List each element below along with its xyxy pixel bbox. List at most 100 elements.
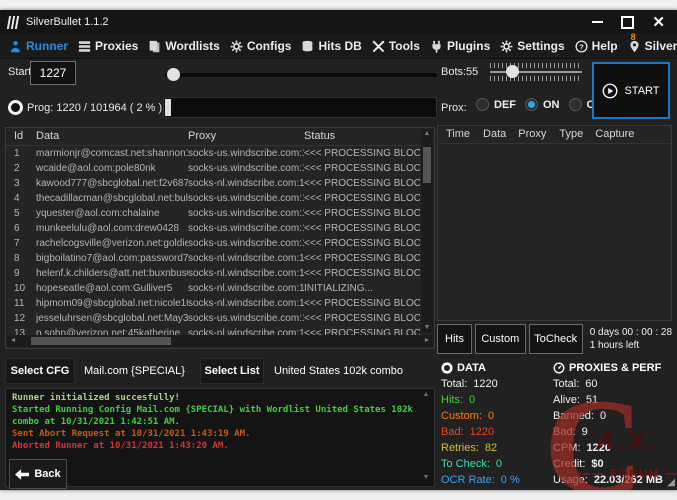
resize-grip[interactable]: ◢ [667, 478, 675, 488]
slider-thumb[interactable] [506, 65, 519, 78]
menu-item-hitsdb[interactable]: Hits DB [296, 39, 366, 53]
radio-icon [476, 98, 489, 111]
table-cell: <<< PROCESSING BLOCK [304, 161, 420, 176]
scroll-down-icon[interactable]: ▼ [420, 474, 432, 484]
menu-item-proxies[interactable]: Proxies [73, 39, 143, 53]
column-header-type[interactable]: Type [559, 126, 583, 143]
gear-icon [230, 40, 243, 53]
custom-tab[interactable]: Custom [475, 324, 526, 354]
progress-indicator-icon[interactable] [8, 100, 23, 115]
table-cell: 1 [6, 146, 36, 161]
table-cell: 4 [6, 191, 36, 206]
start-input[interactable] [30, 61, 76, 85]
column-header-data[interactable]: Data [483, 126, 506, 143]
close-button[interactable]: ✕ [652, 14, 665, 30]
maximize-button[interactable] [621, 14, 634, 30]
table-cell: 7 [6, 236, 36, 251]
menubar: Runner Proxies Wordlists Configs Hits DB… [0, 34, 677, 59]
stat-row: Bad:1220 [441, 424, 549, 440]
table-cell: 6 [6, 221, 36, 236]
table-row[interactable]: 3kawood777@sbcglobal.net:f2v687csocks-nl… [6, 176, 420, 191]
menu-label: Silver Zone [645, 39, 677, 53]
menu-item-silver-zone[interactable]: 8 Silver Zone [623, 39, 677, 53]
selected-wordlist-value: United States 102k combo [274, 358, 403, 384]
table-row[interactable]: 1marmionjr@comcast.net:shannon1socks-us.… [6, 146, 420, 161]
back-button[interactable]: Back [9, 459, 67, 489]
column-header-data[interactable]: Data [36, 128, 188, 145]
scrollbar-thumb[interactable] [423, 147, 431, 183]
table-row[interactable]: 8bigboilatino7@aol.com:password7socks-nl… [6, 251, 420, 266]
radio-icon [569, 98, 582, 111]
scrollbar-thumb[interactable] [31, 337, 171, 345]
start-position-slider[interactable] [165, 73, 437, 77]
prox-label: Prox: [441, 102, 467, 114]
tocheck-tab[interactable]: ToCheck [529, 324, 583, 354]
table-row[interactable]: 5yquester@aol.com:chalainesocks-us.winds… [6, 206, 420, 221]
stat-row: Usage:22.03/262 MB [553, 472, 675, 488]
scroll-left-icon[interactable]: ◄ [7, 335, 19, 347]
menu-label: Runner [26, 39, 68, 53]
column-header-status[interactable]: Status [304, 128, 434, 145]
table-cell: hopeseatle@aol.com:Gulliver5 [36, 281, 188, 296]
column-header-time[interactable]: Time [446, 126, 470, 143]
selected-config-value: Mail.com {SPECIAL} [84, 358, 185, 384]
table-cell: 2 [6, 161, 36, 176]
table-row[interactable]: 2wcaide@aol.com:pole80nksocks-us.windscr… [6, 161, 420, 176]
stat-row: Alive:51 [553, 392, 675, 408]
table-cell: <<< PROCESSING BLOCK [304, 311, 420, 326]
menu-label: Configs [247, 39, 292, 53]
scroll-right-icon[interactable]: ► [421, 335, 433, 347]
menu-item-settings[interactable]: Settings [495, 39, 569, 53]
hits-tab[interactable]: Hits [437, 324, 472, 354]
menu-item-configs[interactable]: Configs [225, 39, 297, 53]
progress-label: Prog: 1220 / 101964 ( 2 % ) [27, 102, 162, 114]
table-cell: <<< PROCESSING BLOCK [304, 206, 420, 221]
stat-row: Hits:0 [441, 392, 549, 408]
minimize-button[interactable] [592, 14, 603, 30]
table-cell: hipmom09@sbcglobal.net:nicole10 [36, 296, 188, 311]
table-row[interactable]: 11hipmom09@sbcglobal.net:nicole10socks-n… [6, 296, 420, 311]
horizontal-scrollbar[interactable]: ◄ ► [7, 335, 433, 347]
column-header-proxy[interactable]: Proxy [518, 126, 546, 143]
tools-icon [372, 40, 385, 53]
table-row[interactable]: 4thecadillacman@sbcglobal.net:bullcsocks… [6, 191, 420, 206]
menu-item-wordlists[interactable]: Wordlists [143, 39, 224, 53]
play-icon [602, 83, 618, 99]
elapsed-timer: 0 days 00 : 00 : 28 1 hours left [586, 324, 672, 354]
scroll-down-icon[interactable]: ▼ [421, 323, 433, 333]
table-row[interactable]: 7rachelcogsville@verizon.net:goldie8sock… [6, 236, 420, 251]
select-cfg-button[interactable]: Select CFG [5, 358, 75, 384]
column-header-capture[interactable]: Capture [595, 126, 634, 143]
menu-item-runner[interactable]: Runner [4, 39, 73, 53]
runner-table-header: Id Data Proxy Status [6, 128, 434, 146]
prox-option-on[interactable]: ON [525, 98, 560, 111]
table-row[interactable]: 10hopeseatle@aol.com:Gulliver5socks-nl.w… [6, 281, 420, 296]
menu-label: Help [592, 39, 618, 53]
table-row[interactable]: 6munkeelulu@aol.com:drew0428socks-us.win… [6, 221, 420, 236]
table-cell: socks-us.windscribe.com:1 [188, 311, 304, 326]
column-header-id[interactable]: Id [6, 128, 36, 145]
menu-label: Settings [517, 39, 564, 53]
table-cell: INITIALIZING... [304, 281, 420, 296]
log-scrollbar[interactable]: ▲ ▼ [420, 391, 432, 484]
slider-thumb[interactable] [167, 68, 180, 81]
bots-value: 55 [466, 66, 478, 78]
gauge-icon [553, 362, 565, 374]
menu-item-tools[interactable]: Tools [367, 39, 425, 53]
back-arrow-icon [15, 469, 29, 480]
select-list-button[interactable]: Select List [200, 358, 264, 384]
table-row[interactable]: 9helenf.k.childers@att.net:buxnbus0socks… [6, 266, 420, 281]
menu-item-help[interactable]: ? Help [570, 39, 623, 53]
titlebar: SilverBullet 1.1.2 ✕ [0, 10, 677, 34]
menu-item-plugins[interactable]: Plugins [425, 39, 495, 53]
scroll-up-icon[interactable]: ▲ [421, 129, 433, 139]
prox-option-def[interactable]: DEF [476, 98, 516, 111]
scroll-up-icon[interactable]: ▲ [420, 391, 432, 401]
table-row[interactable]: 12jesseluhrsen@sbcglobal.net:May319socks… [6, 311, 420, 326]
vertical-scrollbar[interactable]: ▲ ▼ [421, 129, 433, 333]
bots-slider[interactable] [490, 63, 582, 81]
notification-badge: 8 [631, 32, 636, 42]
column-header-proxy[interactable]: Proxy [188, 128, 304, 145]
menu-label: Tools [389, 39, 420, 53]
start-button[interactable]: START [592, 62, 670, 119]
